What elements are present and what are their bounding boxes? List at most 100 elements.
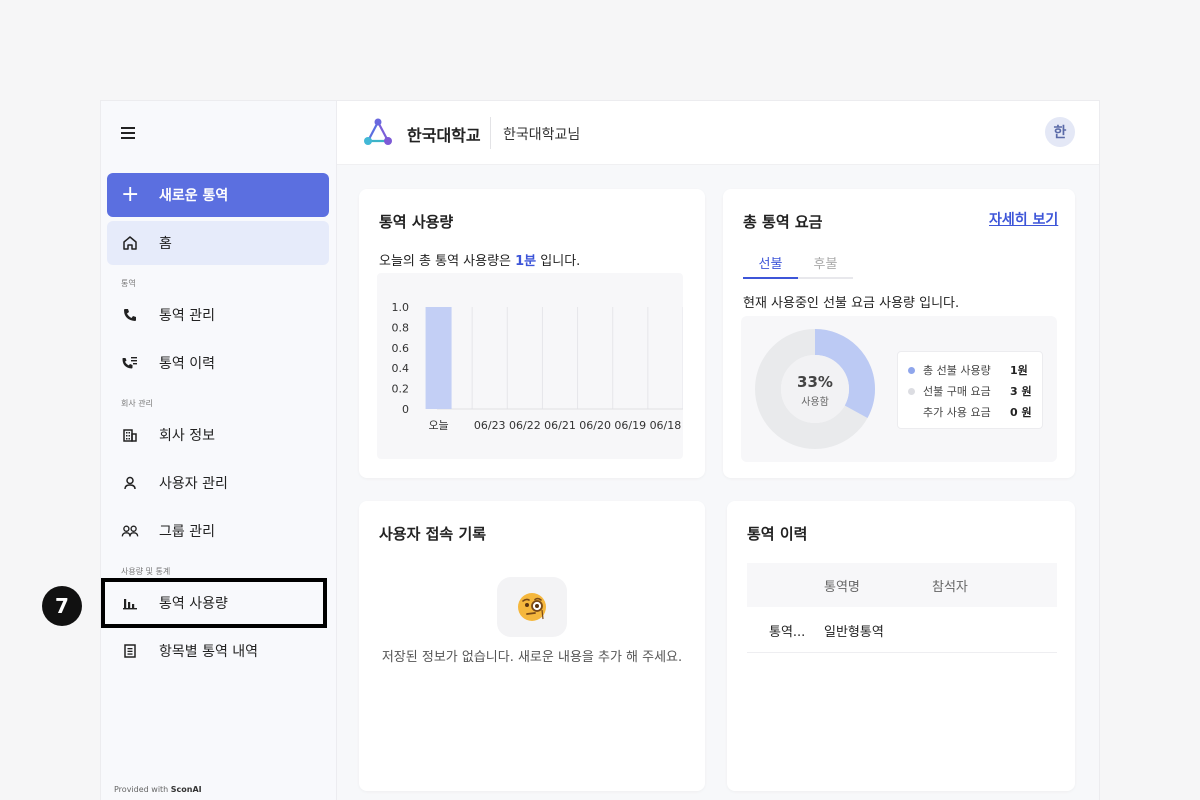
sidebar-item-company-info[interactable]: 회사 정보 <box>107 413 329 457</box>
menu-icon[interactable] <box>119 123 139 143</box>
plus-icon: + <box>121 182 140 207</box>
view-details-link[interactable]: 자세히 보기 <box>989 209 1058 229</box>
avatar[interactable]: 한 <box>1045 117 1075 147</box>
x-tick-label: 06/20 <box>579 419 611 432</box>
x-tick-label: 06/22 <box>509 419 541 432</box>
y-tick-label: 0.8 <box>392 321 410 334</box>
sidebar-item-interpret-manage[interactable]: 통역 관리 <box>107 293 329 337</box>
sidebar-item-item-history[interactable]: 항목별 통역 내역 <box>107 629 329 673</box>
monocle-face-icon <box>497 577 567 637</box>
sidebar-item-user-manage[interactable]: 사용자 관리 <box>107 461 329 505</box>
column-header: 통역명 <box>824 580 860 595</box>
legend-label: 총 선불 사용량 <box>923 364 991 377</box>
org-name: 한국대학교 <box>407 126 481 145</box>
sidebar-item-label: 회사 정보 <box>159 428 215 444</box>
table-cell: 일반형통역 <box>824 625 884 640</box>
donut-label: 사용함 <box>801 397 829 408</box>
user-icon <box>121 474 139 492</box>
y-tick-label: 0.2 <box>392 383 410 396</box>
new-interpretation-label: 새로운 통역 <box>159 188 229 204</box>
footer-prefix: Provided with <box>114 785 171 794</box>
history-table-header: 통역명 참석자 <box>747 563 1057 607</box>
donut-percent: 33% <box>797 373 833 391</box>
access-log-title: 사용자 접속 기록 <box>379 525 487 543</box>
x-tick-label: 06/18 <box>650 419 682 432</box>
sidebar: + 새로운 통역 홈 통역 통역 관리 통역 이력 회사 관리 회사 정보 사용… <box>101 101 337 800</box>
sidebar-item-interpret-history[interactable]: 통역 이력 <box>107 341 329 385</box>
legend-value: 3 원 <box>1010 385 1032 398</box>
top-header: 한국대학교 한국대학교님 한 <box>337 101 1099 165</box>
access-log-card: 사용자 접속 기록 저장된 정보가 없습니다. 새로운 내용을 추가 해 주세요… <box>359 501 705 791</box>
x-tick-label: 06/21 <box>544 419 576 432</box>
sidebar-item-home[interactable]: 홈 <box>107 221 329 265</box>
header-divider <box>490 117 491 149</box>
legend-row: 총 선불 사용량 1원 <box>908 362 1038 378</box>
data-bar <box>425 307 452 409</box>
legend-label: 추가 사용 요금 <box>923 406 991 419</box>
history-card: 통역 이력 통역명 참석자 통역... 일반형통역 <box>727 501 1075 791</box>
fee-legend: 총 선불 사용량 1원 선불 구매 요금 3 원 추가 사용 요금 0 원 <box>897 351 1043 429</box>
group-icon <box>121 522 139 540</box>
legend-value: 0 원 <box>1010 406 1032 419</box>
y-tick-label: 1.0 <box>392 301 410 314</box>
sidebar-item-label: 통역 관리 <box>159 308 215 324</box>
usage-summary-after: 입니다. <box>536 254 581 269</box>
section-label-company: 회사 관리 <box>121 399 153 408</box>
section-label-interpret: 통역 <box>121 279 136 288</box>
usage-card-title: 통역 사용량 <box>379 213 454 231</box>
y-tick-label: 0 <box>402 403 409 416</box>
x-tick-label: 06/23 <box>474 419 506 432</box>
column-header: 참석자 <box>932 580 968 595</box>
sidebar-item-group-manage[interactable]: 그룹 관리 <box>107 509 329 553</box>
menu-bar <box>121 137 135 139</box>
usage-bar-chart: 1.00.80.60.40.20오늘 06/23 06/22 06/21 06/20 06… <box>392 301 684 432</box>
table-cell: 통역... <box>769 625 806 640</box>
x-tick-label: 오늘 <box>428 419 448 432</box>
user-greeting: 한국대학교님 <box>503 127 581 143</box>
usage-summary: 오늘의 총 통역 사용량은 1분 입니다. <box>379 250 580 269</box>
fee-card: 총 통역 요금 자세히 보기 선불 후불 현재 사용중인 선불 요금 사용량 입… <box>723 189 1075 478</box>
legend-label: 선불 구매 요금 <box>923 385 991 398</box>
tab-prepaid[interactable]: 선불 <box>743 253 798 279</box>
x-tick-label: 06/19 <box>614 419 646 432</box>
highlight-box <box>101 578 327 628</box>
building-icon <box>121 426 139 444</box>
sidebar-item-label: 사용자 관리 <box>159 476 228 492</box>
usage-card: 통역 사용량 오늘의 총 통역 사용량은 1분 입니다. 1.0 0.8 0.6 0.… <box>359 189 705 478</box>
fee-description: 현재 사용중인 선불 요금 사용량 입니다. <box>743 296 960 311</box>
step-number-badge: 7 <box>42 586 82 626</box>
empty-state-text: 저장된 정보가 없습니다. 새로운 내용을 추가 해 주세요. <box>381 650 683 665</box>
legend-row: 선불 구매 요금 3 원 <box>908 383 1038 399</box>
section-label-stats: 사용량 및 통계 <box>121 567 171 576</box>
legend-dot <box>908 409 915 416</box>
legend-dot <box>908 366 915 374</box>
sidebar-item-label: 그룹 관리 <box>159 524 215 540</box>
menu-bar <box>121 127 135 129</box>
new-interpretation-button[interactable]: + 새로운 통역 <box>107 173 329 217</box>
logo-icon <box>364 118 392 145</box>
phone-list-icon <box>121 354 139 372</box>
legend-dot <box>908 387 915 395</box>
phone-icon <box>121 306 139 324</box>
document-icon <box>121 642 139 660</box>
table-row[interactable]: 통역... 일반형통역 <box>747 609 1057 653</box>
history-card-title: 통역 이력 <box>747 525 808 543</box>
sidebar-item-label: 홈 <box>159 236 172 252</box>
sidebar-item-label: 항목별 통역 내역 <box>159 644 259 660</box>
legend-row: 추가 사용 요금 0 원 <box>908 404 1038 420</box>
home-icon <box>121 234 139 252</box>
fee-summary-box: 33% 사용함 총 선불 사용량 1원 선불 구매 요금 3 원 추가 사용 요… <box>741 316 1057 462</box>
usage-chart-area: 1.0 0.8 0.6 0.4 0.2 0 오늘 06/23 06/22 06/21 06/20 06… <box>377 273 684 459</box>
y-tick-label: 0.6 <box>392 342 410 355</box>
footer-note: Provided with SconAI <box>114 785 202 794</box>
tab-postpaid[interactable]: 후불 <box>798 253 853 279</box>
usage-summary-value: 1분 <box>515 254 537 269</box>
fee-card-title: 총 통역 요금 <box>743 213 823 231</box>
legend-value: 1원 <box>1010 364 1028 377</box>
menu-bar <box>121 132 135 134</box>
sidebar-item-label: 통역 이력 <box>159 356 215 372</box>
app-window: + 새로운 통역 홈 통역 통역 관리 통역 이력 회사 관리 회사 정보 사용… <box>100 100 1100 800</box>
usage-summary-before: 오늘의 총 통역 사용량은 <box>379 254 516 269</box>
y-tick-label: 0.4 <box>392 362 410 375</box>
footer-brand: SconAI <box>170 785 202 794</box>
